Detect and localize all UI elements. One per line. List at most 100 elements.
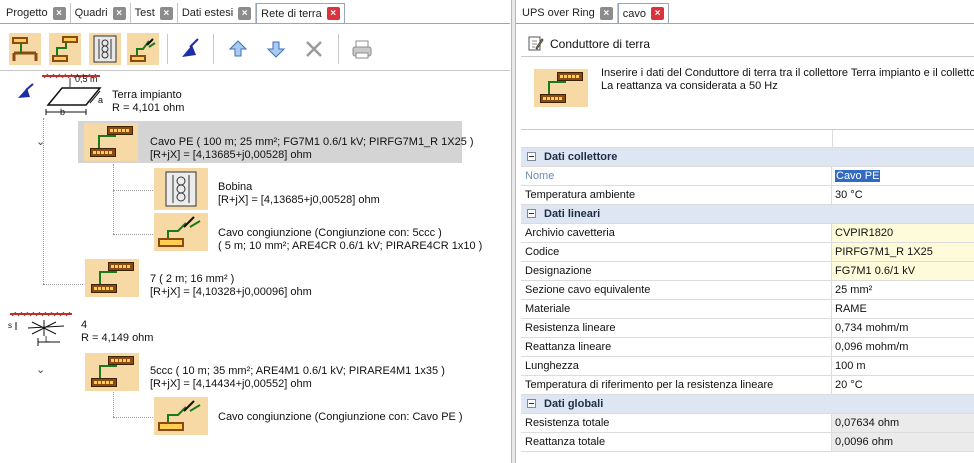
toolbar-electrode-button[interactable] <box>176 33 208 65</box>
tree-node-label[interactable]: Cavo congiunzione (Congiunzione con: Cav… <box>218 411 463 424</box>
earth-electrode-icon <box>16 82 38 105</box>
collapse-icon[interactable] <box>527 209 536 218</box>
tab-progetto[interactable]: Progetto × <box>2 3 71 23</box>
toolbar-separator <box>167 34 168 64</box>
left-tab-strip: Progetto × Quadri × Test × Dati estesi × Ret… <box>2 3 345 23</box>
property-row-codice[interactable]: Codice PIRFG7M1_R 1X25 <box>521 243 974 262</box>
edit-icon <box>528 35 544 54</box>
rod-electrode-diagram <box>10 311 78 351</box>
tab-cavo[interactable]: cavo × <box>617 3 670 23</box>
property-value: 0,07634 ohm <box>832 414 974 432</box>
tree-node-detail: ( 5 m; 10 mm²; ARE4CR 0.6/1 kV; PIRARE4C… <box>218 240 483 252</box>
property-value[interactable]: RAME <box>832 300 974 318</box>
property-label: Sezione cavo equivalente <box>521 281 832 299</box>
property-label: Reattanza totale <box>521 433 832 451</box>
property-value[interactable]: PIRFG7M1_R 1X25 <box>832 243 974 261</box>
tree-line <box>113 164 114 234</box>
divider <box>0 70 510 71</box>
panel-description-note: La reattanza va considerata a 50 Hz <box>601 80 778 92</box>
right-tab-strip: UPS over Ring × cavo × <box>518 3 670 23</box>
toolbar-joint-button[interactable] <box>127 33 159 65</box>
property-row-sezione[interactable]: Sezione cavo equivalente 25 mm² <box>521 281 974 300</box>
tree-node-impedance: [R+jX] = [4,13685+j0,00528] ohm <box>150 149 312 161</box>
property-value[interactable]: 20 °C <box>832 376 974 394</box>
category-dati-collettore[interactable]: Dati collettore <box>521 148 974 167</box>
tab-label: UPS over Ring <box>522 7 595 19</box>
property-row-reattanza-totale[interactable]: Reattanza totale 0,0096 ohm <box>521 433 974 452</box>
close-icon[interactable]: × <box>159 6 173 20</box>
tree-node-label[interactable]: 5ccc ( 10 m; 35 mm²; ARE4M1 0.6/1 kV; PI… <box>150 365 445 378</box>
tree-node-impedance: [R+jX] = [4,14434+j0,00552] ohm <box>150 378 312 390</box>
close-icon[interactable]: × <box>112 6 126 20</box>
tree-node-label[interactable]: 4 <box>81 319 87 332</box>
toolbar-cable-button[interactable] <box>49 33 81 65</box>
category-label: Dati lineari <box>544 208 601 220</box>
toolbar-coil-button[interactable] <box>89 33 121 65</box>
tree-line <box>113 190 153 191</box>
divider <box>0 23 510 24</box>
collapse-icon[interactable] <box>527 399 536 408</box>
divider <box>521 56 974 57</box>
category-dati-globali[interactable]: Dati globali <box>521 395 974 414</box>
property-value[interactable]: FG7M1 0.6/1 kV <box>832 262 974 280</box>
tree-node-label[interactable]: Bobina <box>218 181 252 194</box>
panel-title: Conduttore di terra <box>550 37 651 51</box>
tree-node-plant-name[interactable]: Terra impianto <box>112 89 182 102</box>
property-value-input[interactable]: Cavo PE <box>835 170 881 182</box>
dimension-label: b <box>60 107 66 117</box>
close-icon[interactable]: × <box>326 7 340 20</box>
property-row-lunghezza[interactable]: Lunghezza 100 m <box>521 357 974 376</box>
tab-label: cavo <box>622 7 647 20</box>
tab-quadri[interactable]: Quadri × <box>71 3 131 23</box>
tab-label: Progetto <box>6 7 48 19</box>
property-row-reattanza[interactable]: Reattanza lineare 0,096 mohm/m <box>521 338 974 357</box>
collapse-icon[interactable] <box>527 152 536 161</box>
property-row-resistenza[interactable]: Resistenza lineare 0,734 mohm/m <box>521 319 974 338</box>
property-value[interactable]: 25 mm² <box>832 281 974 299</box>
close-icon[interactable]: × <box>238 6 252 20</box>
tab-test[interactable]: Test × <box>131 3 178 23</box>
property-row-temperatura[interactable]: Temperatura ambiente 30 °C <box>521 186 974 205</box>
tree-node-resistance: R = 4,149 ohm <box>81 332 154 344</box>
print-icon <box>352 40 372 59</box>
property-row-resistenza-totale[interactable]: Resistenza totale 0,07634 ohm <box>521 414 974 433</box>
move-down-button[interactable] <box>260 33 292 65</box>
chevron-down-icon[interactable]: ⌄ <box>36 135 48 148</box>
property-row-nome[interactable]: Nome Cavo PE <box>521 167 974 186</box>
cable-icon <box>84 123 138 161</box>
tab-dati-estesi[interactable]: Dati estesi × <box>178 3 257 23</box>
close-icon[interactable]: × <box>599 6 613 20</box>
property-value[interactable]: 0,096 mohm/m <box>832 338 974 356</box>
cable-joint-icon <box>154 213 208 251</box>
tree-node-impedance: [R+jX] = [4,13685+j0,00528] ohm <box>218 194 380 206</box>
property-row-materiale[interactable]: Materiale RAME <box>521 300 974 319</box>
property-value[interactable]: 0,734 mohm/m <box>832 319 974 337</box>
earth-electrode-icon <box>182 38 199 57</box>
chevron-down-icon[interactable]: ⌄ <box>36 363 48 376</box>
category-dati-lineari[interactable]: Dati lineari <box>521 205 974 224</box>
property-value: 0,0096 ohm <box>832 433 974 451</box>
tree-line <box>113 234 153 235</box>
delete-button[interactable] <box>298 33 330 65</box>
tree-node-label[interactable]: Cavo congiunzione (Congiunzione con: 5cc… <box>218 227 442 240</box>
property-value[interactable]: 30 °C <box>832 186 974 204</box>
property-row-temp-riferimento[interactable]: Temperatura di riferimento per la resist… <box>521 376 974 395</box>
property-value[interactable]: CVPIR1820 <box>832 224 974 242</box>
property-row-designazione[interactable]: Designazione FG7M1 0.6/1 kV <box>521 262 974 281</box>
tab-label: Dati estesi <box>181 7 234 19</box>
coil-icon <box>89 33 121 65</box>
property-label: Nome <box>521 167 832 185</box>
close-icon[interactable]: × <box>651 7 665 20</box>
tree-node-label[interactable]: 7 ( 2 m; 16 mm² ) <box>150 273 234 286</box>
print-button[interactable] <box>346 33 378 65</box>
category-label: Dati globali <box>544 398 604 410</box>
tab-ups-over-ring[interactable]: UPS over Ring × <box>518 3 618 23</box>
property-row-archivio[interactable]: Archivio cavetteria CVPIR1820 <box>521 224 974 243</box>
close-icon[interactable]: × <box>52 6 66 20</box>
tree-node-plant-resistance: R = 4,101 ohm <box>112 102 185 114</box>
toolbar-conductor-button[interactable] <box>9 33 41 65</box>
tree-node-impedance: [R+jX] = [4,10328+j0,00096] ohm <box>150 286 312 298</box>
property-value[interactable]: 100 m <box>832 357 974 375</box>
tab-rete-di-terra[interactable]: Rete di terra × <box>256 3 345 23</box>
move-up-button[interactable] <box>222 33 254 65</box>
